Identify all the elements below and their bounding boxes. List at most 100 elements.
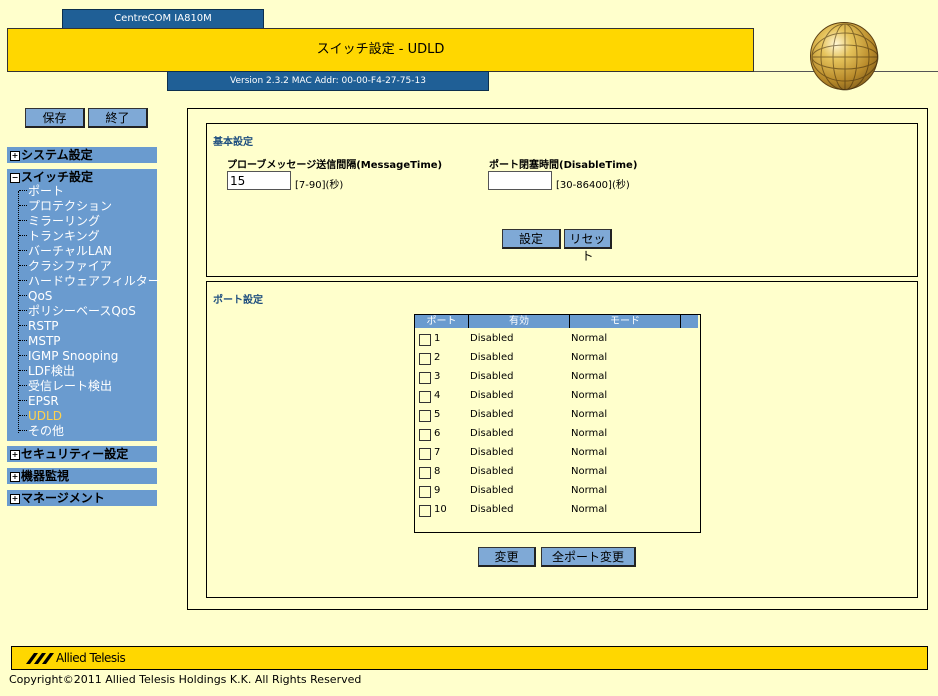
exit-button[interactable]: 終了 bbox=[88, 108, 148, 128]
column-header-port: ポート bbox=[415, 315, 469, 328]
sidebar-item-port[interactable]: ポート bbox=[19, 184, 64, 199]
port-enabled: Disabled bbox=[470, 504, 514, 515]
section-title-port: ポート設定 bbox=[213, 295, 263, 306]
port-enabled: Disabled bbox=[470, 352, 514, 363]
save-button[interactable]: 保存 bbox=[25, 108, 85, 128]
port-enabled: Disabled bbox=[470, 390, 514, 401]
table-row: 7 Disabled Normal bbox=[415, 444, 698, 463]
expand-icon: + bbox=[10, 151, 20, 161]
port-mode: Normal bbox=[571, 371, 608, 382]
sidebar-item-qos[interactable]: QoS bbox=[19, 289, 52, 304]
column-header-enabled: 有効 bbox=[469, 315, 570, 328]
port-number: 5 bbox=[434, 409, 441, 420]
port-checkbox[interactable] bbox=[419, 334, 431, 346]
sidebar-item-label: セキュリティー設定 bbox=[21, 447, 129, 461]
disable-time-hint: [30-86400](秒) bbox=[556, 180, 630, 191]
sidebar-item-mstp[interactable]: MSTP bbox=[19, 334, 61, 349]
sidebar-item-management[interactable]: + マネージメント bbox=[7, 490, 157, 506]
port-number: 10 bbox=[434, 504, 447, 515]
port-mode: Normal bbox=[571, 504, 608, 515]
table-row: 5 Disabled Normal bbox=[415, 406, 698, 425]
expand-icon: + bbox=[10, 450, 20, 460]
port-checkbox[interactable] bbox=[419, 467, 431, 479]
sidebar-item-vlan[interactable]: バーチャルLAN bbox=[19, 244, 112, 259]
sidebar-item-mirroring[interactable]: ミラーリング bbox=[19, 214, 100, 229]
sidebar-item-other[interactable]: その他 bbox=[19, 424, 64, 439]
message-time-label: プローブメッセージ送信間隔(MessageTime) bbox=[227, 160, 443, 171]
disable-time-input[interactable] bbox=[488, 171, 552, 190]
sidebar-item-rstp[interactable]: RSTP bbox=[19, 319, 59, 334]
port-number: 2 bbox=[434, 352, 441, 363]
allied-telesis-logo-icon bbox=[26, 651, 54, 668]
port-mode: Normal bbox=[571, 333, 608, 344]
port-enabled: Disabled bbox=[470, 447, 514, 458]
port-checkbox[interactable] bbox=[419, 353, 431, 365]
sidebar-item-switch[interactable]: − スイッチ設定 bbox=[7, 169, 160, 185]
port-mode: Normal bbox=[571, 352, 608, 363]
port-number: 8 bbox=[434, 466, 441, 477]
expand-icon: + bbox=[10, 472, 20, 482]
port-number: 3 bbox=[434, 371, 441, 382]
change-all-ports-button[interactable]: 全ポート変更 bbox=[541, 547, 636, 567]
port-enabled: Disabled bbox=[470, 466, 514, 477]
port-number: 1 bbox=[434, 333, 441, 344]
port-mode: Normal bbox=[571, 390, 608, 401]
reset-button[interactable]: リセット bbox=[564, 229, 612, 263]
port-mode: Normal bbox=[571, 409, 608, 420]
port-number: 6 bbox=[434, 428, 441, 439]
table-row: 9 Disabled Normal bbox=[415, 482, 698, 501]
port-mode: Normal bbox=[571, 466, 608, 477]
port-mode: Normal bbox=[571, 447, 608, 458]
sidebar-switch-group: − スイッチ設定 ポート プロテクション ミラーリング トランキング バーチャルL… bbox=[7, 169, 160, 441]
version-info: Version 2.3.2 MAC Addr: 00-00-F4-27-75-1… bbox=[167, 71, 489, 91]
table-row: 2 Disabled Normal bbox=[415, 349, 698, 368]
port-mode: Normal bbox=[571, 485, 608, 496]
message-time-input[interactable] bbox=[227, 171, 291, 190]
table-row: 3 Disabled Normal bbox=[415, 368, 698, 387]
sidebar-item-label: 機器監視 bbox=[21, 469, 70, 483]
sidebar-item-label: マネージメント bbox=[21, 491, 105, 505]
port-checkbox[interactable] bbox=[419, 505, 431, 517]
sidebar-item-monitor[interactable]: + 機器監視 bbox=[7, 468, 157, 484]
page-title: スイッチ設定 - UDLD bbox=[7, 28, 754, 72]
sidebar-item-rx-rate[interactable]: 受信レート検出 bbox=[19, 379, 112, 394]
port-enabled: Disabled bbox=[470, 409, 514, 420]
port-enabled: Disabled bbox=[470, 428, 514, 439]
sidebar-item-system[interactable]: + システム設定 bbox=[7, 147, 157, 163]
sidebar-item-policy-qos[interactable]: ポリシーベースQoS bbox=[19, 304, 136, 319]
port-number: 4 bbox=[434, 390, 441, 401]
port-checkbox[interactable] bbox=[419, 372, 431, 384]
port-checkbox[interactable] bbox=[419, 410, 431, 422]
table-row: 10 Disabled Normal bbox=[415, 501, 698, 520]
basic-settings-panel: 基本設定 プローブメッセージ送信間隔(MessageTime) [7-90](秒… bbox=[206, 123, 918, 277]
column-header-spacer bbox=[681, 315, 698, 328]
change-button[interactable]: 変更 bbox=[478, 547, 536, 567]
sidebar-item-protection[interactable]: プロテクション bbox=[19, 199, 112, 214]
apply-button[interactable]: 設定 bbox=[502, 229, 561, 249]
port-mode: Normal bbox=[571, 428, 608, 439]
port-checkbox[interactable] bbox=[419, 391, 431, 403]
port-checkbox[interactable] bbox=[419, 429, 431, 441]
sidebar-item-igmp[interactable]: IGMP Snooping bbox=[19, 349, 118, 364]
sidebar-item-classifier[interactable]: クラシファイア bbox=[19, 259, 112, 274]
port-enabled: Disabled bbox=[470, 485, 514, 496]
sidebar-item-epsr[interactable]: EPSR bbox=[19, 394, 59, 409]
sidebar-item-label: スイッチ設定 bbox=[21, 170, 94, 184]
sidebar-item-security[interactable]: + セキュリティー設定 bbox=[7, 446, 157, 462]
sidebar-item-udld[interactable]: UDLD bbox=[19, 409, 62, 424]
message-time-hint: [7-90](秒) bbox=[295, 180, 344, 191]
sidebar-item-trunking[interactable]: トランキング bbox=[19, 229, 100, 244]
main-content: 基本設定 プローブメッセージ送信間隔(MessageTime) [7-90](秒… bbox=[187, 108, 928, 610]
model-name-tab: CentreCOM IA810M bbox=[62, 9, 264, 29]
port-checkbox[interactable] bbox=[419, 448, 431, 460]
section-title-basic: 基本設定 bbox=[213, 137, 253, 148]
port-enabled: Disabled bbox=[470, 371, 514, 382]
sidebar-item-hw-filter[interactable]: ハードウェアフィルター bbox=[19, 274, 160, 289]
collapse-icon: − bbox=[10, 173, 20, 183]
table-row: 1 Disabled Normal bbox=[415, 330, 698, 349]
globe-logo-icon bbox=[810, 22, 879, 91]
copyright-text: Copyright©2011 Allied Telesis Holdings K… bbox=[9, 673, 362, 686]
disable-time-label: ポート閉塞時間(DisableTime) bbox=[489, 160, 638, 171]
sidebar-item-ldf[interactable]: LDF検出 bbox=[19, 364, 75, 379]
port-checkbox[interactable] bbox=[419, 486, 431, 498]
